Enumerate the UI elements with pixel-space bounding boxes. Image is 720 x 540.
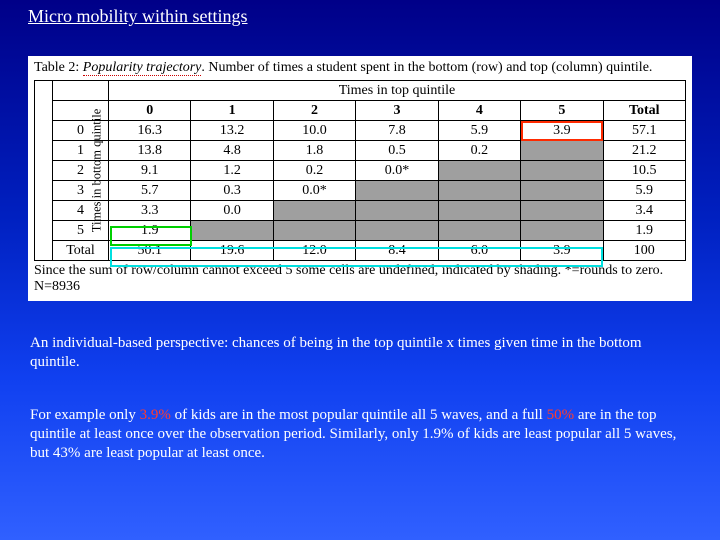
cell: 0.2 — [273, 161, 355, 181]
col-header: 0 — [109, 101, 191, 121]
cell: 19.6 — [191, 241, 273, 261]
table-wrap: Times in bottom quintile Times in top qu… — [34, 80, 686, 261]
cell-shaded — [521, 201, 603, 221]
cell: 13.8 — [109, 141, 191, 161]
cell: 8.4 — [356, 241, 438, 261]
cell: 1.2 — [191, 161, 273, 181]
col-group-label: Times in top quintile — [109, 81, 686, 101]
blank-corner2 — [53, 101, 109, 121]
cell-shaded — [521, 221, 603, 241]
table-footnote: Since the sum of row/column cannot excee… — [34, 263, 686, 295]
cell: 10.0 — [273, 121, 355, 141]
cell: 3.9 — [521, 121, 603, 141]
col-header: Total — [603, 101, 685, 121]
cell: 0.0* — [356, 161, 438, 181]
caption-italic: Popularity trajectory — [83, 60, 202, 76]
caption-rest: . Number of times a student spent in the… — [201, 60, 652, 75]
cell: 3.3 — [109, 201, 191, 221]
col-header: 5 — [521, 101, 603, 121]
cell-shaded — [438, 201, 520, 221]
cell: 5.9 — [603, 181, 685, 201]
cell: 0.0* — [273, 181, 355, 201]
cell: 9.1 — [109, 161, 191, 181]
caption-italic-text: Popularity trajectory — [83, 60, 202, 75]
col-header: 1 — [191, 101, 273, 121]
col-header: 3 — [356, 101, 438, 121]
cell: 21.2 — [603, 141, 685, 161]
cell-shaded — [356, 221, 438, 241]
p2-red1: 3.9% — [140, 407, 171, 423]
p2-a: For example only — [30, 407, 140, 423]
cell: 6.0 — [438, 241, 520, 261]
cell-shaded — [438, 161, 520, 181]
p2-red2: 50% — [547, 407, 575, 423]
slide-title: Micro mobility within settings — [28, 6, 248, 27]
blank-corner — [53, 81, 109, 101]
cell: 1.9 — [603, 221, 685, 241]
col-header: 2 — [273, 101, 355, 121]
row-header: 4 — [53, 201, 109, 221]
cell-shaded — [356, 181, 438, 201]
row-header: 5 — [53, 221, 109, 241]
paragraph-2: For example only 3.9% of kids are in the… — [30, 406, 690, 462]
row-header: 1 — [53, 141, 109, 161]
col-header: 4 — [438, 101, 520, 121]
cell-shaded — [438, 181, 520, 201]
cell: 12.0 — [273, 241, 355, 261]
cell: 10.5 — [603, 161, 685, 181]
cell: 13.2 — [191, 121, 273, 141]
cell-shaded — [273, 221, 355, 241]
row-group-label-cell: Times in bottom quintile — [35, 81, 53, 261]
cell-shaded — [521, 181, 603, 201]
cell: 1.8 — [273, 141, 355, 161]
cell: 50.1 — [109, 241, 191, 261]
cell: 0.0 — [191, 201, 273, 221]
table-caption: Table 2: Popularity trajectory. Number o… — [34, 60, 686, 76]
cell: 57.1 — [603, 121, 685, 141]
paragraph-1: An individual-based perspective: chances… — [30, 334, 690, 372]
cell: 4.8 — [191, 141, 273, 161]
cell: 7.8 — [356, 121, 438, 141]
p2-c: of kids are in the most popular quintile… — [171, 407, 547, 423]
cell: 0.5 — [356, 141, 438, 161]
cell: 1.9 — [109, 221, 191, 241]
cell: 5.7 — [109, 181, 191, 201]
cell: 3.4 — [603, 201, 685, 221]
row-header: Total — [53, 241, 109, 261]
table-figure: Table 2: Popularity trajectory. Number o… — [28, 56, 692, 301]
row-header: 2 — [53, 161, 109, 181]
cell-shaded — [438, 221, 520, 241]
row-header: 3 — [53, 181, 109, 201]
cell: 100 — [603, 241, 685, 261]
cell-shaded — [191, 221, 273, 241]
popularity-table: Times in bottom quintile Times in top qu… — [34, 80, 686, 261]
cell-shaded — [521, 161, 603, 181]
cell: 16.3 — [109, 121, 191, 141]
cell-shaded — [521, 141, 603, 161]
row-header: 0 — [53, 121, 109, 141]
cell-shaded — [273, 201, 355, 221]
cell-shaded — [356, 201, 438, 221]
cell: 5.9 — [438, 121, 520, 141]
caption-prefix: Table 2: — [34, 60, 83, 75]
cell: 3.9 — [521, 241, 603, 261]
cell: 0.3 — [191, 181, 273, 201]
cell: 0.2 — [438, 141, 520, 161]
